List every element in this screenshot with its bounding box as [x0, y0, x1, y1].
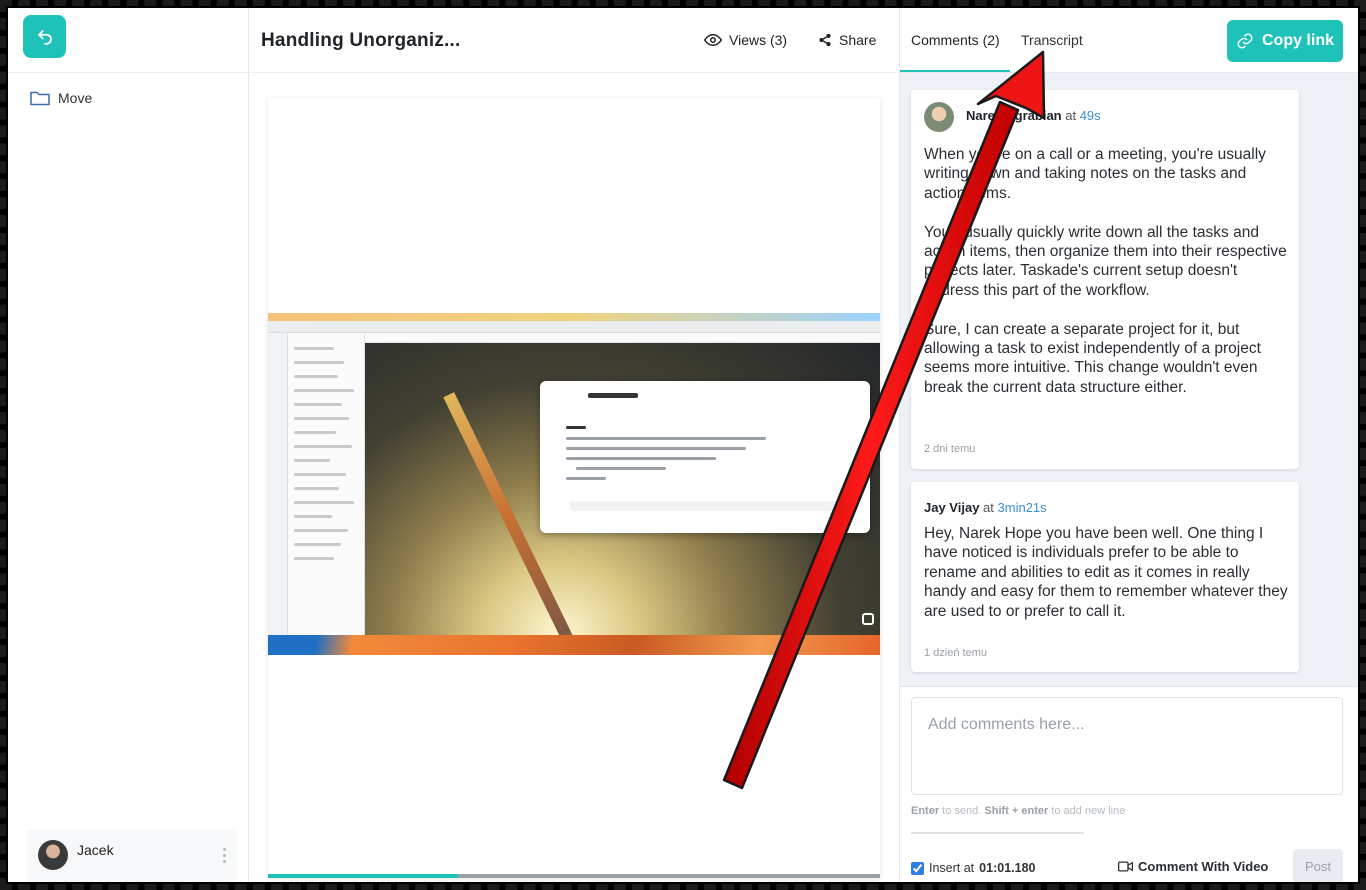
comment-timestamp-link[interactable]: 49s: [1080, 108, 1101, 123]
comment-author: Narek Agrabian: [966, 108, 1062, 123]
link-icon: [1237, 33, 1253, 49]
more-options-icon[interactable]: [221, 848, 227, 863]
comment-date: 2 dni temu: [924, 443, 976, 455]
video-dock: [268, 635, 880, 655]
video-toolbar: [365, 333, 880, 343]
comment-at: at: [1065, 108, 1077, 123]
back-button[interactable]: [23, 15, 66, 58]
back-arrow-icon: [37, 29, 52, 45]
comment-header: Narek Agrabian at 49s: [966, 108, 1101, 123]
comment-body: Hey, Narek Hope you have been well. One …: [924, 525, 1292, 620]
composer-hint: Enter to send. Shift + enter to add new …: [911, 805, 1125, 817]
insert-at-checkbox[interactable]: [911, 861, 924, 875]
comment-timestamp-link[interactable]: 3min21s: [998, 500, 1047, 515]
active-tab-indicator: [900, 70, 1010, 72]
video-task-card: [540, 381, 870, 533]
comment-header: Jay Vijay at 3min21s: [924, 500, 1047, 515]
composer-divider: [911, 832, 1084, 834]
comment-item: Narek Agrabian at 49s When you're on a c…: [911, 90, 1299, 469]
hint-enter-key: Enter: [911, 805, 940, 817]
comment-list: Narek Agrabian at 49s When you're on a c…: [911, 90, 1299, 672]
video-nav-panel: [288, 333, 365, 635]
comment-with-video-button[interactable]: Comment With Video: [1118, 859, 1268, 874]
insert-at-toggle[interactable]: Insert at 01:01.180: [911, 861, 1035, 875]
sidebar-divider: [8, 72, 249, 73]
video-panel: Handling Unorganiz... Views (3) Share: [249, 8, 900, 882]
comment-avatar: [924, 102, 954, 132]
move-label: Move: [58, 90, 93, 106]
decorative-mark: [8, 218, 36, 232]
hint-newline: to add new line: [1048, 805, 1126, 817]
share-icon: [819, 33, 831, 47]
user-card[interactable]: Jacek: [26, 830, 237, 882]
tab-transcript[interactable]: Transcript: [1021, 32, 1083, 48]
copy-link-button[interactable]: Copy link: [1227, 20, 1343, 62]
video-player[interactable]: [268, 98, 880, 878]
hint-send: to send.: [939, 805, 985, 817]
move-button[interactable]: Move: [30, 90, 92, 106]
comment-input[interactable]: [911, 697, 1343, 795]
eye-icon: [704, 34, 722, 46]
insert-at-time: 01:01.180: [979, 861, 1036, 875]
comment-item: Jay Vijay at 3min21s Hey, Narek Hope you…: [911, 482, 1299, 672]
video-tabbar: [268, 321, 880, 333]
left-sidebar: Move Jacek: [8, 8, 249, 882]
app-window: Move Jacek Handling Unorganiz... Views (…: [8, 8, 1358, 882]
video-title: Handling Unorganiz...: [261, 30, 461, 51]
comments-header: Comments (2) Transcript Copy link: [900, 8, 1358, 73]
comment-at: at: [983, 500, 994, 515]
comment-with-video-label: Comment With Video: [1138, 859, 1269, 874]
video-camera-icon: [1118, 861, 1133, 872]
hint-shift-key: Shift + enter: [984, 805, 1049, 817]
comment-body: When you're on a call or a meeting, you'…: [924, 146, 1287, 396]
copy-link-label: Copy link: [1261, 32, 1334, 49]
views-label: Views (3): [729, 32, 788, 48]
user-name: Jacek: [77, 842, 114, 858]
comment-date: 1 dzień temu: [924, 647, 987, 659]
comment-composer: Enter to send. Shift + enter to add new …: [900, 686, 1358, 882]
tab-comments[interactable]: Comments (2): [911, 32, 1000, 48]
video-menubar: [268, 313, 880, 321]
video-app-sidebar: [268, 333, 288, 635]
user-avatar: [38, 840, 68, 870]
folder-icon: [30, 91, 50, 106]
post-button[interactable]: Post: [1293, 849, 1343, 882]
comments-panel: Comments (2) Transcript Copy link Narek …: [900, 8, 1358, 882]
video-header: Handling Unorganiz... Views (3) Share: [249, 8, 900, 73]
video-background: [365, 343, 880, 655]
camera-icon: [862, 613, 874, 625]
video-progress-fill: [268, 874, 458, 878]
share-button[interactable]: Share: [818, 32, 876, 48]
share-label: Share: [839, 32, 877, 48]
video-frame[interactable]: [268, 313, 880, 655]
insert-at-label: Insert at: [929, 861, 975, 875]
views-button[interactable]: Views (3): [704, 32, 787, 48]
video-progress-bar[interactable]: [268, 874, 880, 878]
comment-author: Jay Vijay: [924, 500, 980, 515]
